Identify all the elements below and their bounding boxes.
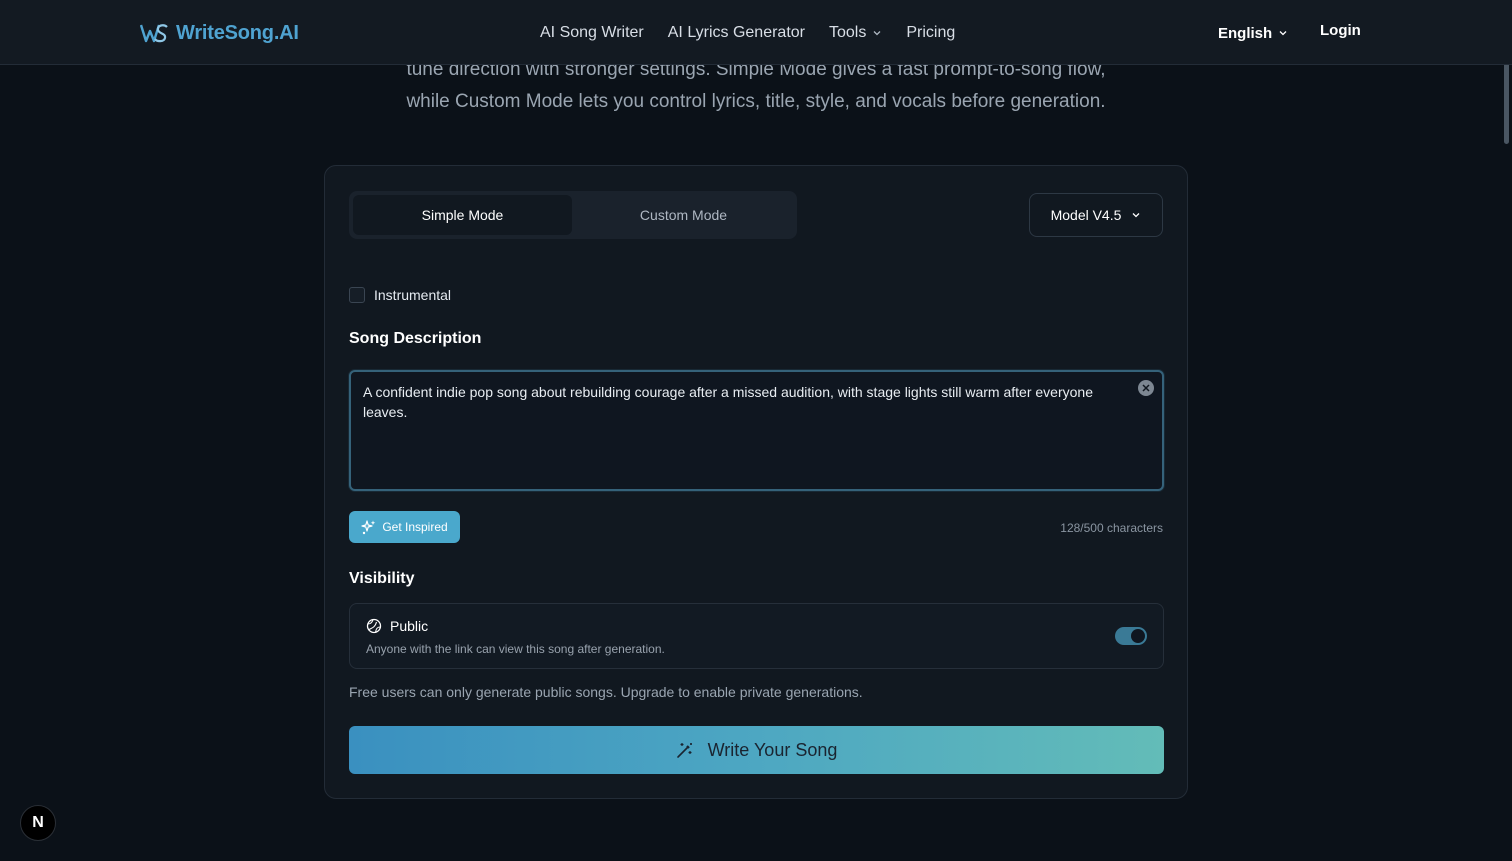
- nav-label: AI Song Writer: [540, 24, 644, 41]
- get-inspired-label: Get Inspired: [382, 520, 448, 534]
- mode-toggle: Simple Mode Custom Mode: [349, 191, 797, 239]
- get-inspired-button[interactable]: Get Inspired: [349, 511, 460, 543]
- write-your-song-label: Write Your Song: [707, 739, 838, 760]
- logo[interactable]: WriteSong.AI: [140, 20, 299, 46]
- visibility-description: Anyone with the link can view this song …: [366, 642, 665, 656]
- dev-tools-badge[interactable]: N: [20, 805, 56, 841]
- model-label: Model V4.5: [1050, 207, 1122, 223]
- public-toggle[interactable]: [1115, 627, 1147, 645]
- sparkles-icon: [361, 520, 376, 535]
- model-select[interactable]: Model V4.5: [1029, 193, 1163, 237]
- visibility-option: Public Anyone with the link can view thi…: [349, 603, 1164, 669]
- language-selector[interactable]: English: [1218, 22, 1288, 44]
- nav-tools-dropdown[interactable]: Tools: [829, 24, 882, 42]
- chevron-down-icon: [873, 31, 881, 36]
- tab-simple-mode[interactable]: Simple Mode: [353, 195, 572, 235]
- instrumental-checkbox[interactable]: [349, 287, 365, 303]
- visibility-title: Public: [366, 618, 428, 634]
- logo-text: WriteSong.AI: [176, 21, 299, 44]
- nav-label: Pricing: [906, 24, 956, 41]
- nav-ai-song-writer[interactable]: AI Song Writer: [540, 24, 644, 42]
- song-description-label: Song Description: [349, 330, 482, 347]
- tab-custom-mode[interactable]: Custom Mode: [574, 195, 793, 235]
- close-icon: [1142, 384, 1150, 392]
- visibility-label: Visibility: [349, 570, 415, 587]
- instrumental-label: Instrumental: [374, 287, 452, 303]
- nav-label: AI Lyrics Generator: [667, 24, 805, 41]
- write-your-song-button[interactable]: Write Your Song: [349, 726, 1164, 774]
- globe-icon: [366, 618, 382, 634]
- instrumental-option: Instrumental: [349, 286, 451, 304]
- toggle-knob: [1131, 629, 1145, 643]
- character-count: 128/500 characters: [1060, 521, 1163, 535]
- free-users-note: Free users can only generate public song…: [349, 684, 863, 700]
- language-label: English: [1218, 24, 1273, 42]
- clear-button[interactable]: [1138, 380, 1154, 396]
- song-description-input[interactable]: A confident indie pop song about rebuild…: [363, 382, 1133, 422]
- nav-pricing[interactable]: Pricing: [906, 24, 955, 42]
- main-nav: AI Song Writer AI Lyrics Generator Tools…: [540, 22, 955, 44]
- nav-label: Tools: [828, 24, 867, 41]
- song-form-card: Simple Mode Custom Mode Model V4.5 Instr…: [324, 165, 1188, 799]
- nav-ai-lyrics-generator[interactable]: AI Lyrics Generator: [668, 24, 805, 42]
- login-link[interactable]: Login: [1320, 22, 1361, 44]
- song-description-field[interactable]: A confident indie pop song about rebuild…: [349, 370, 1164, 491]
- magic-wand-icon: [676, 743, 692, 758]
- top-navbar: WriteSong.AI AI Song Writer AI Lyrics Ge…: [0, 0, 1512, 65]
- logo-icon: [140, 24, 168, 43]
- chevron-down-icon: [1132, 213, 1140, 218]
- visibility-option-label: Public: [390, 618, 429, 634]
- chevron-down-icon: [1279, 31, 1287, 36]
- intro-text-line: while Custom Mode lets you control lyric…: [406, 91, 1106, 112]
